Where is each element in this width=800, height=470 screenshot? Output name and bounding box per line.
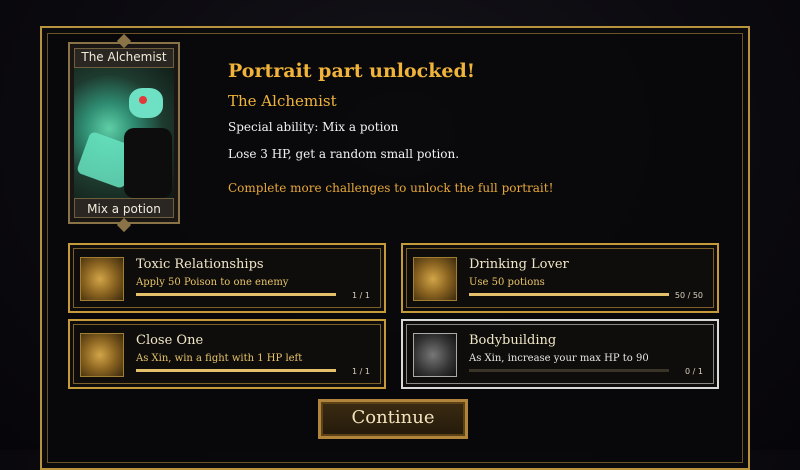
challenge-count: 1 / 1 — [352, 367, 370, 376]
challenge-requirement: As Xin, win a fight with 1 HP left — [136, 353, 303, 364]
challenge-name: Bodybuilding — [469, 333, 557, 348]
challenge-close-one: Close One As Xin, win a fight with 1 HP … — [68, 319, 386, 389]
creature-head-art — [129, 88, 163, 118]
challenge-name: Toxic Relationships — [136, 257, 264, 272]
challenge-progress-bar — [136, 293, 336, 296]
challenge-toxic-relationships: Toxic Relationships Apply 50 Poison to o… — [68, 243, 386, 313]
challenge-progress-bar — [469, 293, 669, 296]
continue-button[interactable]: Continue — [318, 399, 468, 439]
card-footer: Mix a potion — [87, 202, 161, 216]
card-title: The Alchemist — [81, 50, 167, 64]
muscle-challenge-icon — [413, 333, 457, 377]
challenge-drinking-lover: Drinking Lover Use 50 potions 50 / 50 — [401, 243, 719, 313]
challenge-requirement: Apply 50 Poison to one enemy — [136, 277, 289, 288]
portrait-card: The Alchemist Mix a potion — [68, 42, 180, 224]
special-ability: Special ability: Mix a potion — [228, 120, 399, 134]
heart-challenge-icon — [80, 333, 124, 377]
challenge-bodybuilding: Bodybuilding As Xin, increase your max H… — [401, 319, 719, 389]
progress-fill — [136, 293, 336, 296]
portrait-name: The Alchemist — [228, 92, 337, 110]
alchemist-portrait-art — [74, 68, 174, 202]
challenge-progress-bar — [136, 369, 336, 372]
progress-fill — [469, 293, 669, 296]
challenge-name: Drinking Lover — [469, 257, 569, 272]
progress-fill — [136, 369, 336, 372]
challenge-name: Close One — [136, 333, 204, 348]
challenge-hint: Complete more challenges to unlock the f… — [228, 181, 554, 195]
creature-eye-art — [139, 96, 147, 104]
challenge-count: 50 / 50 — [674, 291, 703, 300]
potion-challenge-icon — [413, 257, 457, 301]
challenge-requirement: Use 50 potions — [469, 277, 545, 288]
challenge-count: 0 / 1 — [685, 367, 703, 376]
unlock-title: Portrait part unlocked! — [228, 60, 476, 82]
ability-description: Lose 3 HP, get a random small potion. — [228, 147, 460, 161]
locked-portrait-part — [124, 128, 172, 198]
challenge-requirement: As Xin, increase your max HP to 90 — [469, 353, 649, 364]
poison-challenge-icon — [80, 257, 124, 301]
challenge-count: 1 / 1 — [352, 291, 370, 300]
challenge-progress-bar — [469, 369, 669, 372]
